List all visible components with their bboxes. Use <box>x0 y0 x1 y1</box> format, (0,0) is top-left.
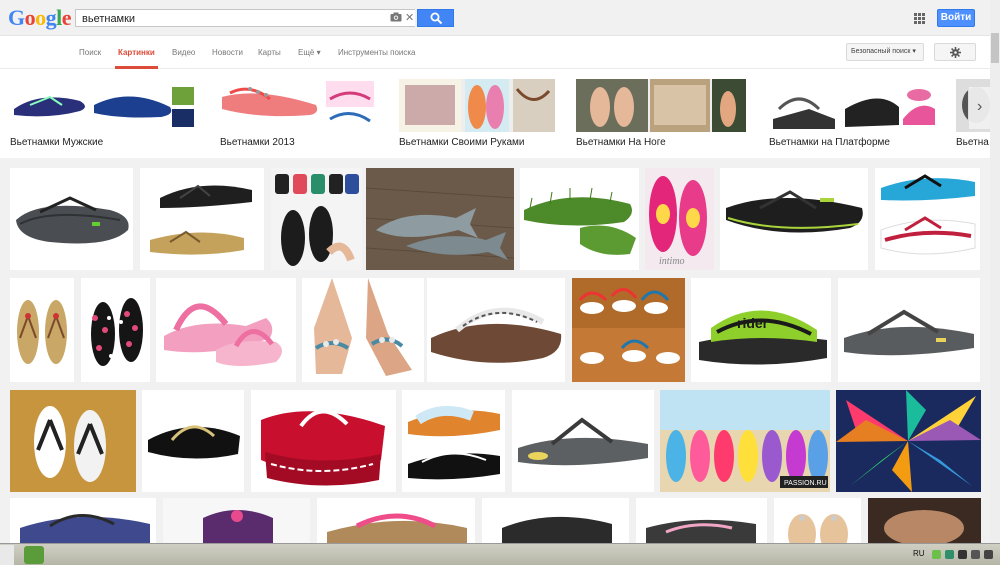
image-results-grid: intimo rider PASSION.RU <box>0 158 1000 543</box>
browser-page: Google ✕ Войти Поиск Картинки Видео Ново… <box>0 0 1000 565</box>
related-thumbnail[interactable] <box>399 79 555 132</box>
result-image[interactable]: PASSION.RU <box>660 390 830 492</box>
clear-icon[interactable]: ✕ <box>405 11 414 24</box>
tab-news[interactable]: Новости <box>212 48 243 57</box>
result-image[interactable] <box>251 390 396 492</box>
tab-more[interactable]: Ещё ▾ <box>298 48 321 57</box>
logo-letter: g <box>45 5 57 30</box>
related-searches: Вьетнамки Мужские Вьетнамки 2013 Вьетнам… <box>0 70 1000 158</box>
safe-search-dropdown[interactable]: Безопасный поиск ▾ <box>846 43 924 61</box>
related-thumbnail[interactable] <box>576 79 746 132</box>
watermark-rider: rider <box>737 315 769 331</box>
watermark-intimo: intimo <box>659 256 685 267</box>
related-label[interactable]: Вьетнамки 2013 <box>220 137 295 148</box>
os-taskbar: RU <box>0 543 1000 565</box>
result-image[interactable] <box>10 278 74 382</box>
utorrent-taskbar-icon[interactable] <box>24 546 44 564</box>
result-image[interactable] <box>142 390 244 492</box>
scrollbar-thumb[interactable] <box>991 33 999 63</box>
signin-button[interactable]: Войти <box>937 9 975 27</box>
result-image[interactable] <box>720 168 868 270</box>
logo-letter: e <box>61 5 72 30</box>
result-image[interactable] <box>302 278 424 382</box>
result-image[interactable] <box>636 498 767 543</box>
gear-icon <box>950 47 961 58</box>
tray-icon[interactable] <box>932 550 941 559</box>
result-image[interactable] <box>572 278 685 382</box>
tab-search[interactable]: Поиск <box>79 48 101 57</box>
result-image[interactable]: rider <box>691 278 831 382</box>
tray-icon[interactable] <box>984 550 993 559</box>
result-image[interactable] <box>836 390 981 492</box>
settings-button[interactable] <box>934 43 976 61</box>
search-button[interactable] <box>417 9 454 27</box>
result-image[interactable]: intimo <box>645 168 714 270</box>
related-label[interactable]: Вьетнамки на Платформе <box>769 137 890 148</box>
tray-icon[interactable] <box>958 550 967 559</box>
logo-letter: G <box>8 5 25 30</box>
related-label[interactable]: Вьетнамки Своими Руками <box>399 137 524 148</box>
apps-icon[interactable] <box>914 13 925 24</box>
result-image[interactable] <box>317 498 475 543</box>
result-image[interactable] <box>512 390 654 492</box>
related-label[interactable]: Вьетнамки На Ноге <box>576 137 666 148</box>
result-image[interactable] <box>271 168 362 270</box>
camera-icon[interactable] <box>390 12 402 22</box>
result-image[interactable] <box>140 168 264 270</box>
start-button[interactable] <box>0 545 14 565</box>
result-image[interactable] <box>10 168 133 270</box>
active-tab-underline <box>115 66 158 69</box>
result-image[interactable] <box>163 498 310 543</box>
result-image[interactable] <box>427 278 565 382</box>
related-thumbnail[interactable] <box>10 79 196 132</box>
related-label[interactable]: Вьетна <box>956 137 989 148</box>
tab-images[interactable]: Картинки <box>118 48 155 57</box>
related-thumbnail[interactable] <box>769 79 936 132</box>
result-image[interactable] <box>520 168 639 270</box>
result-image[interactable] <box>402 390 505 492</box>
tray-icon[interactable] <box>971 550 980 559</box>
result-image[interactable] <box>868 498 981 543</box>
logo-letter: o <box>35 5 46 30</box>
tab-video[interactable]: Видео <box>172 48 195 57</box>
search-tools-tab[interactable]: Инструменты поиска <box>338 48 415 57</box>
result-image[interactable] <box>774 498 861 543</box>
tab-maps[interactable]: Карты <box>258 48 281 57</box>
result-image[interactable] <box>366 168 514 270</box>
watermark-passion: PASSION.RU <box>784 480 827 487</box>
tray-icon[interactable] <box>945 550 954 559</box>
chevron-right-icon: › <box>977 98 983 115</box>
result-image[interactable] <box>838 278 980 382</box>
result-image[interactable] <box>482 498 629 543</box>
top-bar: Google ✕ Войти <box>0 0 1000 36</box>
logo-letter: o <box>24 5 36 30</box>
related-label[interactable]: Вьетнамки Мужские <box>10 137 103 148</box>
search-icon <box>430 12 443 25</box>
related-thumbnail[interactable] <box>220 79 375 132</box>
google-logo[interactable]: Google <box>8 5 72 31</box>
search-input[interactable] <box>82 11 382 26</box>
result-image[interactable] <box>10 498 156 543</box>
search-box <box>75 9 415 27</box>
result-image[interactable] <box>10 390 136 492</box>
result-image[interactable] <box>875 168 980 270</box>
result-image[interactable] <box>156 278 296 382</box>
result-image[interactable] <box>81 278 150 382</box>
page-scrollbar[interactable] <box>990 0 1000 543</box>
language-indicator[interactable]: RU <box>913 549 925 558</box>
